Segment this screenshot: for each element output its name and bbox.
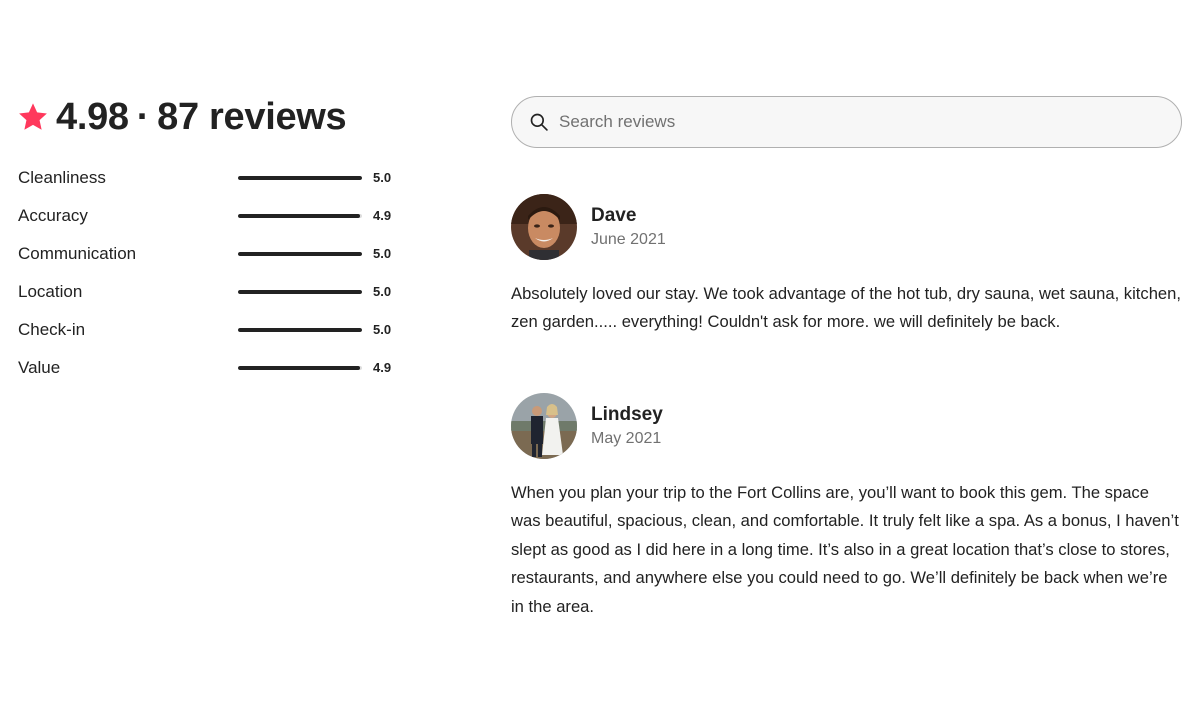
search-input[interactable] [559,112,1159,132]
reviewer-name: Dave [591,204,637,226]
rating-bar-fill [238,252,362,256]
review-text: Absolutely loved our stay. We took advan… [511,284,1181,332]
rating-label: Cleanliness [18,168,106,187]
reviews-page: 4.98 · 87 reviews Cleanliness 5.0 Accura… [0,0,1200,720]
rating-row-check-in: Check-in 5.0 [18,311,418,349]
star-icon [18,102,48,132]
rating-value: 4.9 [373,360,392,375]
rating-value: 5.0 [373,284,392,299]
rating-value: 5.0 [373,246,392,261]
rating-row-communication: Communication 5.0 [18,235,418,273]
rating-bar [238,176,362,180]
review-date: May 2021 [591,429,662,447]
rating-label: Location [18,282,83,301]
rating-bar-fill [238,290,362,294]
review-header: Lindsey May 2021 [511,393,1182,459]
review-item: Lindsey May 2021 When you plan your trip… [511,393,1182,621]
rating-summary: 4.98 · 87 reviews [18,92,347,142]
rating-row-accuracy: Accuracy 4.9 [18,197,418,235]
rating-bar [238,328,362,332]
rating-label: Communication [18,244,137,263]
rating-row-value: Value 4.9 [18,349,418,387]
rating-row-location: Location 5.0 [18,273,418,311]
review-header: Dave June 2021 [511,194,1182,260]
rating-bar-fill [238,328,362,332]
review-date: June 2021 [591,230,666,248]
review-item: Dave June 2021 Absolutely loved our stay… [511,194,1182,337]
avatar[interactable] [511,194,577,260]
rating-value: 5.0 [373,170,392,185]
rating-bar [238,252,362,256]
avatar[interactable] [511,393,577,459]
rating-bar [238,290,362,294]
rating-bar-fill [238,214,360,218]
rating-label: Value [18,358,61,377]
search-reviews-box[interactable] [511,96,1182,148]
rating-row-cleanliness: Cleanliness 5.0 [18,159,418,197]
overall-rating: 4.98 [56,95,129,138]
rating-label: Accuracy [18,206,88,225]
rating-bar [238,214,362,218]
summary-title: 4.98 · 87 reviews [56,95,347,139]
reviewer-info: Dave June 2021 [591,204,666,251]
rating-label: Check-in [18,320,86,339]
reviews-count: 87 reviews [157,95,347,138]
rating-bar [238,366,362,370]
rating-value: 5.0 [373,322,392,337]
reviewer-name: Lindsey [591,403,663,425]
separator-dot: · [136,95,150,138]
rating-bar-fill [238,366,360,370]
review-text: When you plan your trip to the Fort Coll… [511,483,1179,616]
category-ratings: Cleanliness 5.0 Accuracy 4.9 Communicati… [18,159,418,387]
search-icon [529,112,549,132]
rating-value: 4.9 [373,208,392,223]
rating-bar-fill [238,176,362,180]
reviewer-info: Lindsey May 2021 [591,403,663,450]
